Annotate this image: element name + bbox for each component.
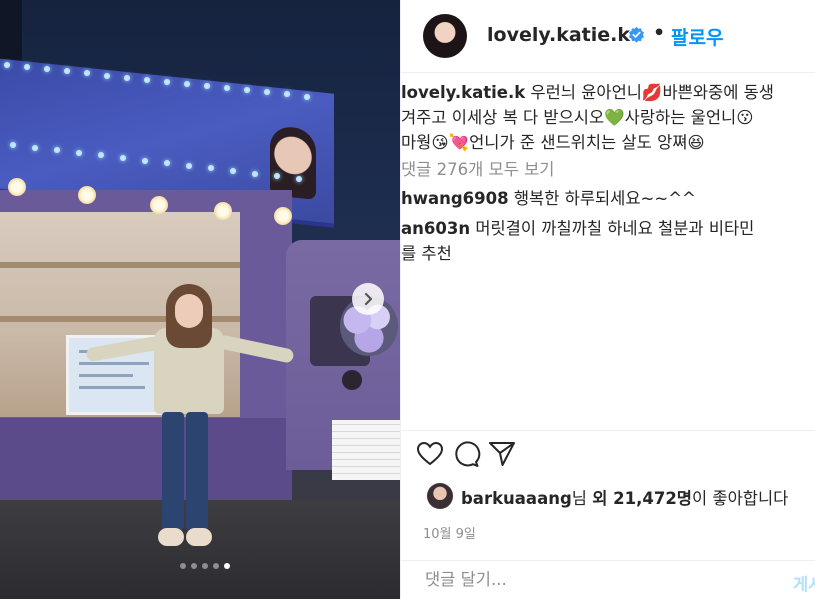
comment-text: 머릿결이 까칠까칠 하네요 철분과 비타민 (470, 219, 755, 238)
comment-username[interactable]: an603n (401, 219, 470, 238)
arm (217, 334, 295, 364)
led-light (124, 74, 130, 81)
jeans (186, 412, 208, 530)
follow-button[interactable]: 팔로우 (671, 23, 723, 50)
led-light (204, 83, 210, 89)
author-username[interactable]: lovely.katie.k (487, 24, 630, 46)
carousel-dot (180, 563, 186, 569)
avatar[interactable] (423, 14, 467, 58)
view-all-comments-link[interactable]: 댓글 276개 모두 보기 (401, 156, 555, 180)
light-bulb (78, 186, 96, 204)
led-light (186, 162, 192, 169)
carousel-dot (202, 563, 208, 569)
led-light (184, 80, 190, 87)
verified-badge-icon (629, 26, 644, 43)
shoe (186, 528, 212, 546)
caption-text-line3: 마웡😘💘언니가 준 샌드위치는 살도 앙쪄😆 (401, 133, 705, 152)
liker-username[interactable]: barkuaaang (461, 489, 572, 508)
add-comment-bar: 게시 (401, 560, 815, 599)
led-light (104, 72, 110, 79)
led-light (252, 170, 258, 177)
share-icon[interactable] (487, 439, 517, 469)
led-light (164, 78, 170, 85)
led-light (10, 142, 16, 148)
post-header: lovely.katie.k • 팔로우 (401, 0, 815, 73)
chevron-right-icon (364, 292, 373, 306)
carousel-dot-active (224, 563, 230, 569)
caption-username[interactable]: lovely.katie.k (401, 83, 525, 102)
comment-icon[interactable] (451, 439, 481, 469)
light-bulb (214, 202, 232, 220)
led-light (230, 168, 236, 174)
arm (85, 335, 161, 363)
likes-suffix: 님 (571, 489, 593, 508)
banner-portrait (270, 125, 316, 200)
liker-avatar[interactable] (427, 483, 453, 509)
light-bulb (274, 207, 292, 225)
light-bulb (8, 178, 26, 196)
likes-suffix: 이 좋아합니다 (691, 489, 789, 508)
post-detail-panel: lovely.katie.k • 팔로우 lovely.katie.k 우런늬 … (400, 0, 815, 599)
shoe (158, 528, 184, 546)
cab-mirror (342, 370, 362, 390)
checkered-table (332, 420, 400, 480)
carousel-dot (213, 563, 219, 569)
light-bulb (150, 196, 168, 214)
carousel-next-button[interactable] (352, 283, 384, 315)
led-light (304, 93, 310, 100)
face (175, 294, 203, 328)
post-actions: barkuaaang님 외 21,472명이 좋아합니다 10월 9일 (401, 430, 815, 581)
led-light (142, 157, 148, 164)
comment-item: hwang6908 행복한 하루되세요~~^^ (401, 186, 696, 211)
post-photo[interactable] (0, 0, 400, 599)
caption-text-line2: 겨주고 이세상 복 다 받으시오💚사랑하는 울언니😗 (401, 108, 754, 127)
comment-username[interactable]: hwang6908 (401, 189, 509, 208)
caption-text-line1: 우런늬 윤아언니💋바쁜와중에 동생 (525, 83, 774, 102)
post-caption: lovely.katie.k 우런늬 윤아언니💋바쁜와중에 동생 겨주고 이세상… (401, 80, 815, 155)
header-separator: • (653, 22, 666, 44)
comment-input[interactable] (423, 569, 767, 590)
led-light (296, 175, 302, 182)
heart-icon[interactable] (415, 439, 445, 469)
likes-count[interactable]: 외 21,472명 (592, 489, 692, 508)
likes-summary[interactable]: barkuaaang님 외 21,472명이 좋아합니다 (461, 485, 788, 509)
post-date[interactable]: 10월 9일 (423, 523, 476, 542)
comment-text-continued: 를 추천 (401, 244, 452, 263)
carousel-indicator (0, 563, 400, 569)
comment-text: 행복한 하루되세요~~^^ (508, 189, 696, 208)
post-comment-button[interactable]: 게시 (793, 571, 815, 595)
carousel-dot (191, 563, 197, 569)
woman-posing (85, 284, 296, 556)
led-light (120, 155, 126, 161)
shelf (0, 262, 240, 268)
led-light (76, 149, 82, 156)
jeans (162, 412, 184, 530)
led-light (4, 62, 10, 68)
comment-item: an603n 머릿결이 까칠까칠 하네요 철분과 비타민 를 추천 (401, 216, 754, 266)
led-light (32, 144, 38, 151)
led-light (144, 76, 150, 83)
